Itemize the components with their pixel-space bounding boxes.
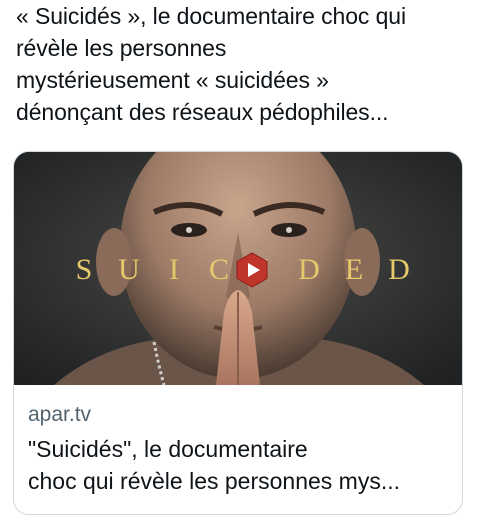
card-meta[interactable]: apar.tv "Suicidés", le documentaire choc… — [14, 386, 462, 497]
overlay-title-letter: U — [118, 253, 140, 286]
play-button[interactable] — [234, 252, 270, 288]
card-title: "Suicidés", le documentaire choc qui rév… — [28, 433, 448, 497]
overlay-title-letter: I — [169, 253, 179, 286]
overlay-title-letter: E — [345, 253, 363, 286]
card-title-line: "Suicidés", le documentaire — [28, 436, 308, 462]
play-icon — [236, 252, 268, 288]
overlay-title-letter: D — [388, 253, 410, 286]
post-text-line: mystérieusement « suicidées » — [16, 67, 329, 93]
overlay-title-letter: C — [209, 253, 229, 286]
post-text-line: dénonçant des réseaux pédophiles... — [16, 99, 389, 125]
overlay-title-letter: D — [298, 253, 320, 286]
link-preview-card[interactable]: SUICIDED apar.tv "Suicidés", le document… — [13, 151, 463, 515]
post-text: « Suicidés », le documentaire choc qui r… — [16, 0, 468, 128]
post-text-line: « Suicidés », le documentaire choc qui — [16, 3, 406, 29]
overlay-title-letter: S — [76, 253, 93, 286]
post-text-line: révèle les personnes — [16, 35, 227, 61]
card-title-line: choc qui révèle les personnes mys... — [28, 468, 401, 494]
card-domain: apar.tv — [28, 403, 92, 426]
link-preview-image[interactable]: SUICIDED — [14, 152, 462, 385]
